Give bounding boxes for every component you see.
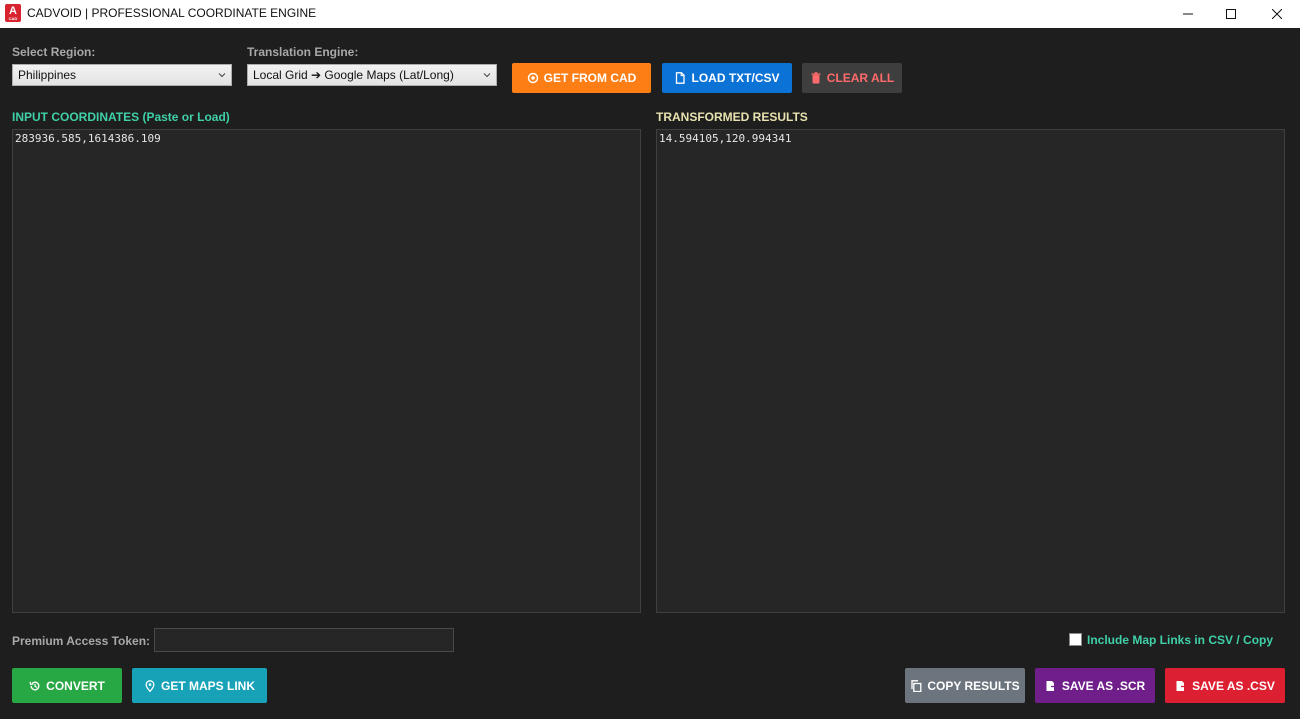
chevron-down-icon — [483, 73, 491, 78]
history-icon — [29, 680, 40, 690]
file-export-icon — [1176, 680, 1188, 691]
get-from-cad-button[interactable]: GET FROM CAD — [512, 63, 651, 93]
target-icon — [527, 72, 538, 84]
copy-icon — [911, 679, 922, 692]
save-as-scr-label: SAVE AS .SCR — [1061, 678, 1146, 693]
engine-label: Translation Engine: — [247, 45, 359, 59]
convert-label: CONVERT — [46, 678, 105, 693]
convert-button[interactable]: CONVERT — [12, 668, 122, 703]
copy-results-label: COPY RESULTS — [927, 678, 1020, 693]
region-select-value: Philippines — [18, 68, 77, 82]
transformed-results-textarea[interactable]: 14.594105,120.994341 — [656, 129, 1285, 613]
minimize-icon — [1183, 13, 1193, 15]
load-txt-csv-label: LOAD TXT/CSV — [691, 71, 780, 85]
premium-token-input[interactable] — [154, 628, 454, 652]
save-as-scr-button[interactable]: SAVE AS .SCR — [1035, 668, 1155, 703]
window-title: CADVOID | PROFESSIONAL COORDINATE ENGINE — [27, 6, 317, 20]
include-map-links-label[interactable]: Include Map Links in CSV / Copy — [1087, 633, 1273, 647]
app-logo-icon: A CAD — [5, 4, 21, 22]
engine-select-value: Local Grid ➔ Google Maps (Lat/Long) — [253, 68, 454, 82]
file-export-icon — [1046, 680, 1057, 691]
engine-select[interactable]: Local Grid ➔ Google Maps (Lat/Long) — [247, 64, 497, 86]
minimize-button[interactable] — [1165, 0, 1211, 28]
get-from-cad-label: GET FROM CAD — [543, 71, 637, 85]
region-label: Select Region: — [12, 45, 96, 59]
title-bar: A CAD CADVOID | PROFESSIONAL COORDINATE … — [0, 0, 1300, 28]
maximize-icon — [1226, 9, 1236, 19]
input-coordinates-title: INPUT COORDINATES (Paste or Load) — [12, 110, 230, 124]
load-txt-csv-button[interactable]: LOAD TXT/CSV — [662, 63, 792, 93]
clear-all-button[interactable]: CLEAR ALL — [802, 63, 902, 93]
premium-token-label: Premium Access Token: — [12, 634, 151, 648]
clear-all-label: CLEAR ALL — [826, 71, 895, 85]
get-maps-link-button[interactable]: GET MAPS LINK — [132, 668, 267, 703]
close-icon — [1272, 9, 1282, 19]
transformed-results-title: TRANSFORMED RESULTS — [656, 110, 808, 124]
copy-results-button[interactable]: COPY RESULTS — [905, 668, 1025, 703]
save-as-csv-button[interactable]: SAVE AS .CSV — [1165, 668, 1285, 703]
close-button[interactable] — [1254, 0, 1300, 28]
chevron-down-icon — [218, 73, 226, 78]
region-select[interactable]: Philippines — [12, 64, 232, 86]
include-map-links-checkbox[interactable] — [1069, 633, 1082, 646]
save-as-csv-label: SAVE AS .CSV — [1192, 678, 1275, 693]
input-coordinates-textarea[interactable]: 283936.585,1614386.109 — [12, 129, 641, 613]
map-pin-icon — [145, 679, 155, 692]
file-icon — [676, 72, 686, 84]
trash-icon — [811, 72, 821, 84]
maximize-button[interactable] — [1208, 0, 1254, 28]
get-maps-link-label: GET MAPS LINK — [160, 678, 255, 693]
